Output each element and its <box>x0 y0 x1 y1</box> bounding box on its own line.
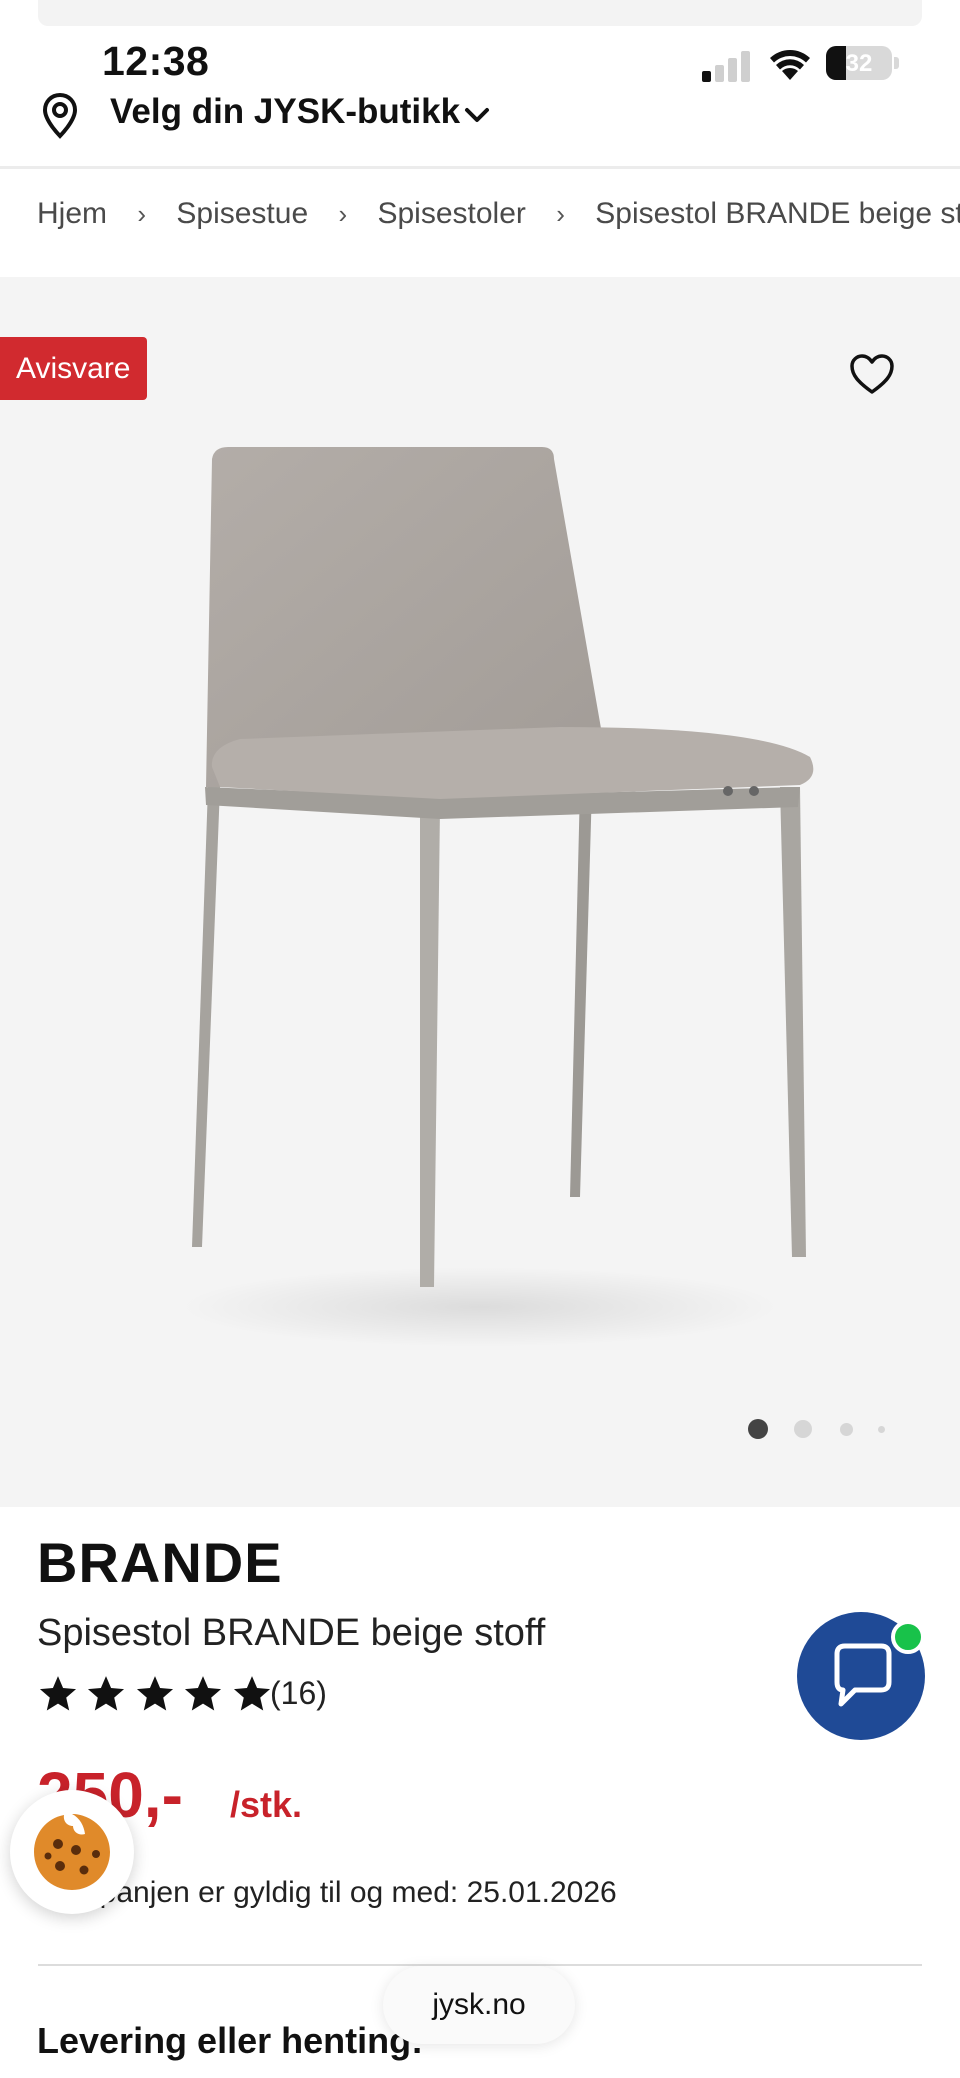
product-image-chair <box>180 447 814 1347</box>
carousel-dot[interactable] <box>794 1420 812 1438</box>
price-unit: /stk. <box>230 1784 303 1825</box>
carousel-dot[interactable] <box>840 1423 853 1436</box>
rating-stars[interactable] <box>37 1673 275 1723</box>
breadcrumb: Hjem › Spisestue › Spisestoler › Spisest… <box>37 196 960 248</box>
star-icon <box>39 1676 77 1711</box>
map-pin-icon <box>42 92 78 139</box>
product-image-gallery[interactable]: Avisvare <box>0 277 960 1507</box>
cookie-icon <box>34 1814 110 1890</box>
breadcrumb-item-dining-chairs[interactable]: Spisestoler <box>377 197 525 231</box>
store-selector[interactable]: Velg din JYSK-butikk <box>0 86 960 166</box>
breadcrumb-item-dining-room[interactable]: Spisestue <box>176 197 308 231</box>
carousel-dot-active[interactable] <box>748 1419 768 1439</box>
breadcrumb-item-current: Spisestol BRANDE beige stoff <box>595 197 960 231</box>
cookie-consent-button[interactable] <box>10 1790 134 1914</box>
breadcrumb-separator-icon: › <box>137 198 147 229</box>
product-brand: BRANDE <box>37 1531 283 1594</box>
review-count[interactable]: (16) <box>270 1675 327 1712</box>
browser-url-pill[interactable]: jysk.no <box>383 1966 575 2044</box>
carousel-dot[interactable] <box>878 1426 885 1433</box>
star-icon <box>136 1676 173 1711</box>
carousel-indicator[interactable] <box>748 1415 898 1441</box>
store-selector-label[interactable]: Velg din JYSK-butikk <box>110 92 460 132</box>
product-title: Spisestol BRANDE beige stoff <box>37 1612 546 1654</box>
delivery-heading: Levering eller henting: <box>37 2020 424 2061</box>
clock: 12:38 <box>102 38 210 84</box>
star-icon <box>88 1676 125 1711</box>
promo-badge: Avisvare <box>0 337 147 400</box>
star-icon <box>233 1676 270 1711</box>
chat-online-indicator <box>891 1620 925 1654</box>
battery-icon: 32 <box>826 46 892 80</box>
star-icon <box>185 1676 222 1711</box>
wifi-icon <box>770 50 810 80</box>
header-divider <box>0 166 960 169</box>
cellular-signal-icon <box>702 50 750 82</box>
battery-level: 32 <box>845 50 873 77</box>
breadcrumb-separator-icon: › <box>556 198 565 229</box>
battery-tip <box>894 57 899 69</box>
heart-icon[interactable] <box>848 352 896 396</box>
breadcrumb-separator-icon: › <box>338 198 348 229</box>
breadcrumb-item-home[interactable]: Hjem <box>37 197 107 231</box>
chevron-down-icon[interactable] <box>462 100 492 130</box>
browser-top-strip <box>38 0 922 26</box>
